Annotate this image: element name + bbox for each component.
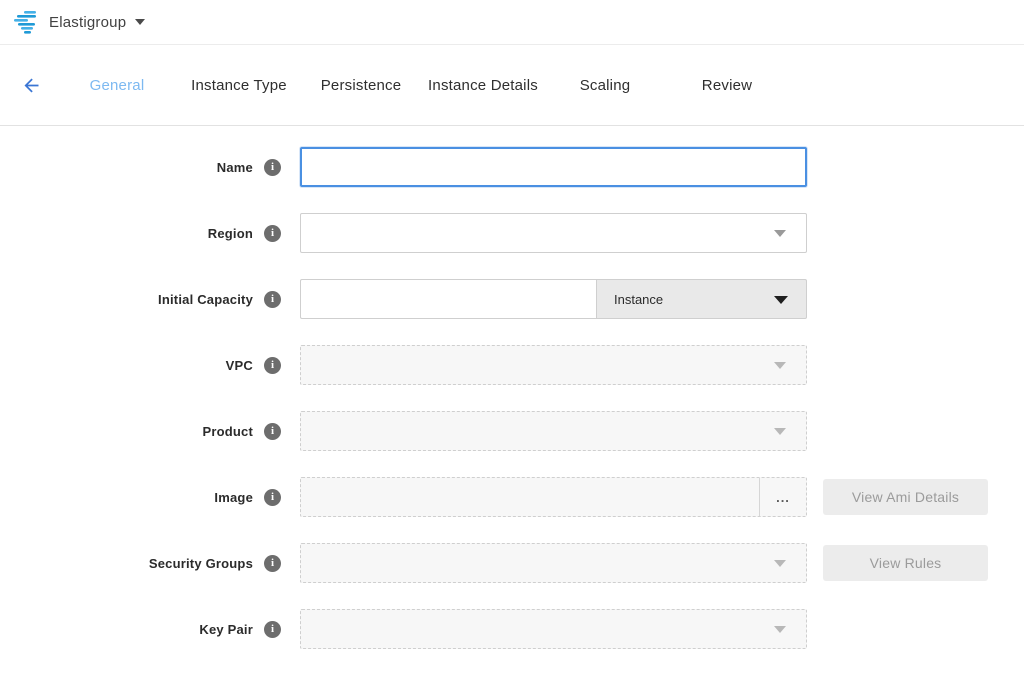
product-select bbox=[300, 411, 807, 451]
chevron-down-icon[interactable] bbox=[135, 19, 145, 25]
image-label: Image bbox=[214, 490, 253, 505]
chevron-down-icon bbox=[774, 626, 786, 633]
key-pair-select bbox=[300, 609, 807, 649]
initial-capacity-row: Initial Capacity i Instance bbox=[0, 279, 1024, 319]
info-icon[interactable]: i bbox=[264, 423, 281, 440]
tab-instance-details[interactable]: Instance Details bbox=[422, 77, 544, 94]
security-groups-row: Security Groups i View Rules bbox=[0, 543, 1024, 583]
browse-image-button[interactable]: ... bbox=[759, 478, 806, 516]
wizard-tab-bar: General Instance Type Persistence Instan… bbox=[0, 45, 1024, 126]
product-label: Product bbox=[202, 424, 253, 439]
name-row: Name i bbox=[0, 147, 1024, 187]
info-icon[interactable]: i bbox=[264, 489, 281, 506]
region-label: Region bbox=[208, 226, 253, 241]
general-settings-form: Name i Region i Initial Capacity i Insta… bbox=[0, 126, 1024, 649]
chevron-down-icon bbox=[774, 560, 786, 567]
chevron-down-icon bbox=[774, 296, 788, 304]
tab-instance-type[interactable]: Instance Type bbox=[178, 77, 300, 94]
key-pair-label: Key Pair bbox=[199, 622, 253, 637]
image-value bbox=[301, 478, 759, 516]
vpc-row: VPC i bbox=[0, 345, 1024, 385]
region-row: Region i bbox=[0, 213, 1024, 253]
tab-persistence[interactable]: Persistence bbox=[300, 77, 422, 94]
tab-review[interactable]: Review bbox=[666, 77, 788, 94]
name-label: Name bbox=[217, 160, 253, 175]
info-icon[interactable]: i bbox=[264, 225, 281, 242]
image-input: ... bbox=[300, 477, 807, 517]
app-switcher-title[interactable]: Elastigroup bbox=[49, 14, 126, 31]
view-rules-button[interactable]: View Rules bbox=[823, 545, 988, 581]
arrow-back-icon bbox=[21, 75, 42, 96]
vpc-label: VPC bbox=[226, 358, 253, 373]
capacity-unit-select[interactable]: Instance bbox=[596, 279, 807, 319]
initial-capacity-input[interactable] bbox=[300, 279, 596, 319]
tab-scaling[interactable]: Scaling bbox=[544, 77, 666, 94]
chevron-down-icon bbox=[774, 362, 786, 369]
product-row: Product i bbox=[0, 411, 1024, 451]
key-pair-row: Key Pair i bbox=[0, 609, 1024, 649]
name-input[interactable] bbox=[300, 147, 807, 187]
back-button[interactable] bbox=[19, 73, 43, 97]
info-icon[interactable]: i bbox=[264, 357, 281, 374]
tab-general[interactable]: General bbox=[56, 77, 178, 94]
security-groups-select bbox=[300, 543, 807, 583]
vpc-select bbox=[300, 345, 807, 385]
top-bar: Elastigroup bbox=[0, 0, 1024, 45]
elastigroup-logo-icon bbox=[14, 10, 40, 34]
chevron-down-icon bbox=[774, 230, 786, 237]
wizard-tabs: General Instance Type Persistence Instan… bbox=[56, 77, 788, 94]
initial-capacity-label: Initial Capacity bbox=[158, 292, 253, 307]
info-icon[interactable]: i bbox=[264, 621, 281, 638]
security-groups-label: Security Groups bbox=[149, 556, 253, 571]
region-select[interactable] bbox=[300, 213, 807, 253]
image-row: Image i ... View Ami Details bbox=[0, 477, 1024, 517]
info-icon[interactable]: i bbox=[264, 291, 281, 308]
info-icon[interactable]: i bbox=[264, 555, 281, 572]
info-icon[interactable]: i bbox=[264, 159, 281, 176]
view-ami-details-button[interactable]: View Ami Details bbox=[823, 479, 988, 515]
capacity-unit-value: Instance bbox=[614, 292, 663, 307]
chevron-down-icon bbox=[774, 428, 786, 435]
